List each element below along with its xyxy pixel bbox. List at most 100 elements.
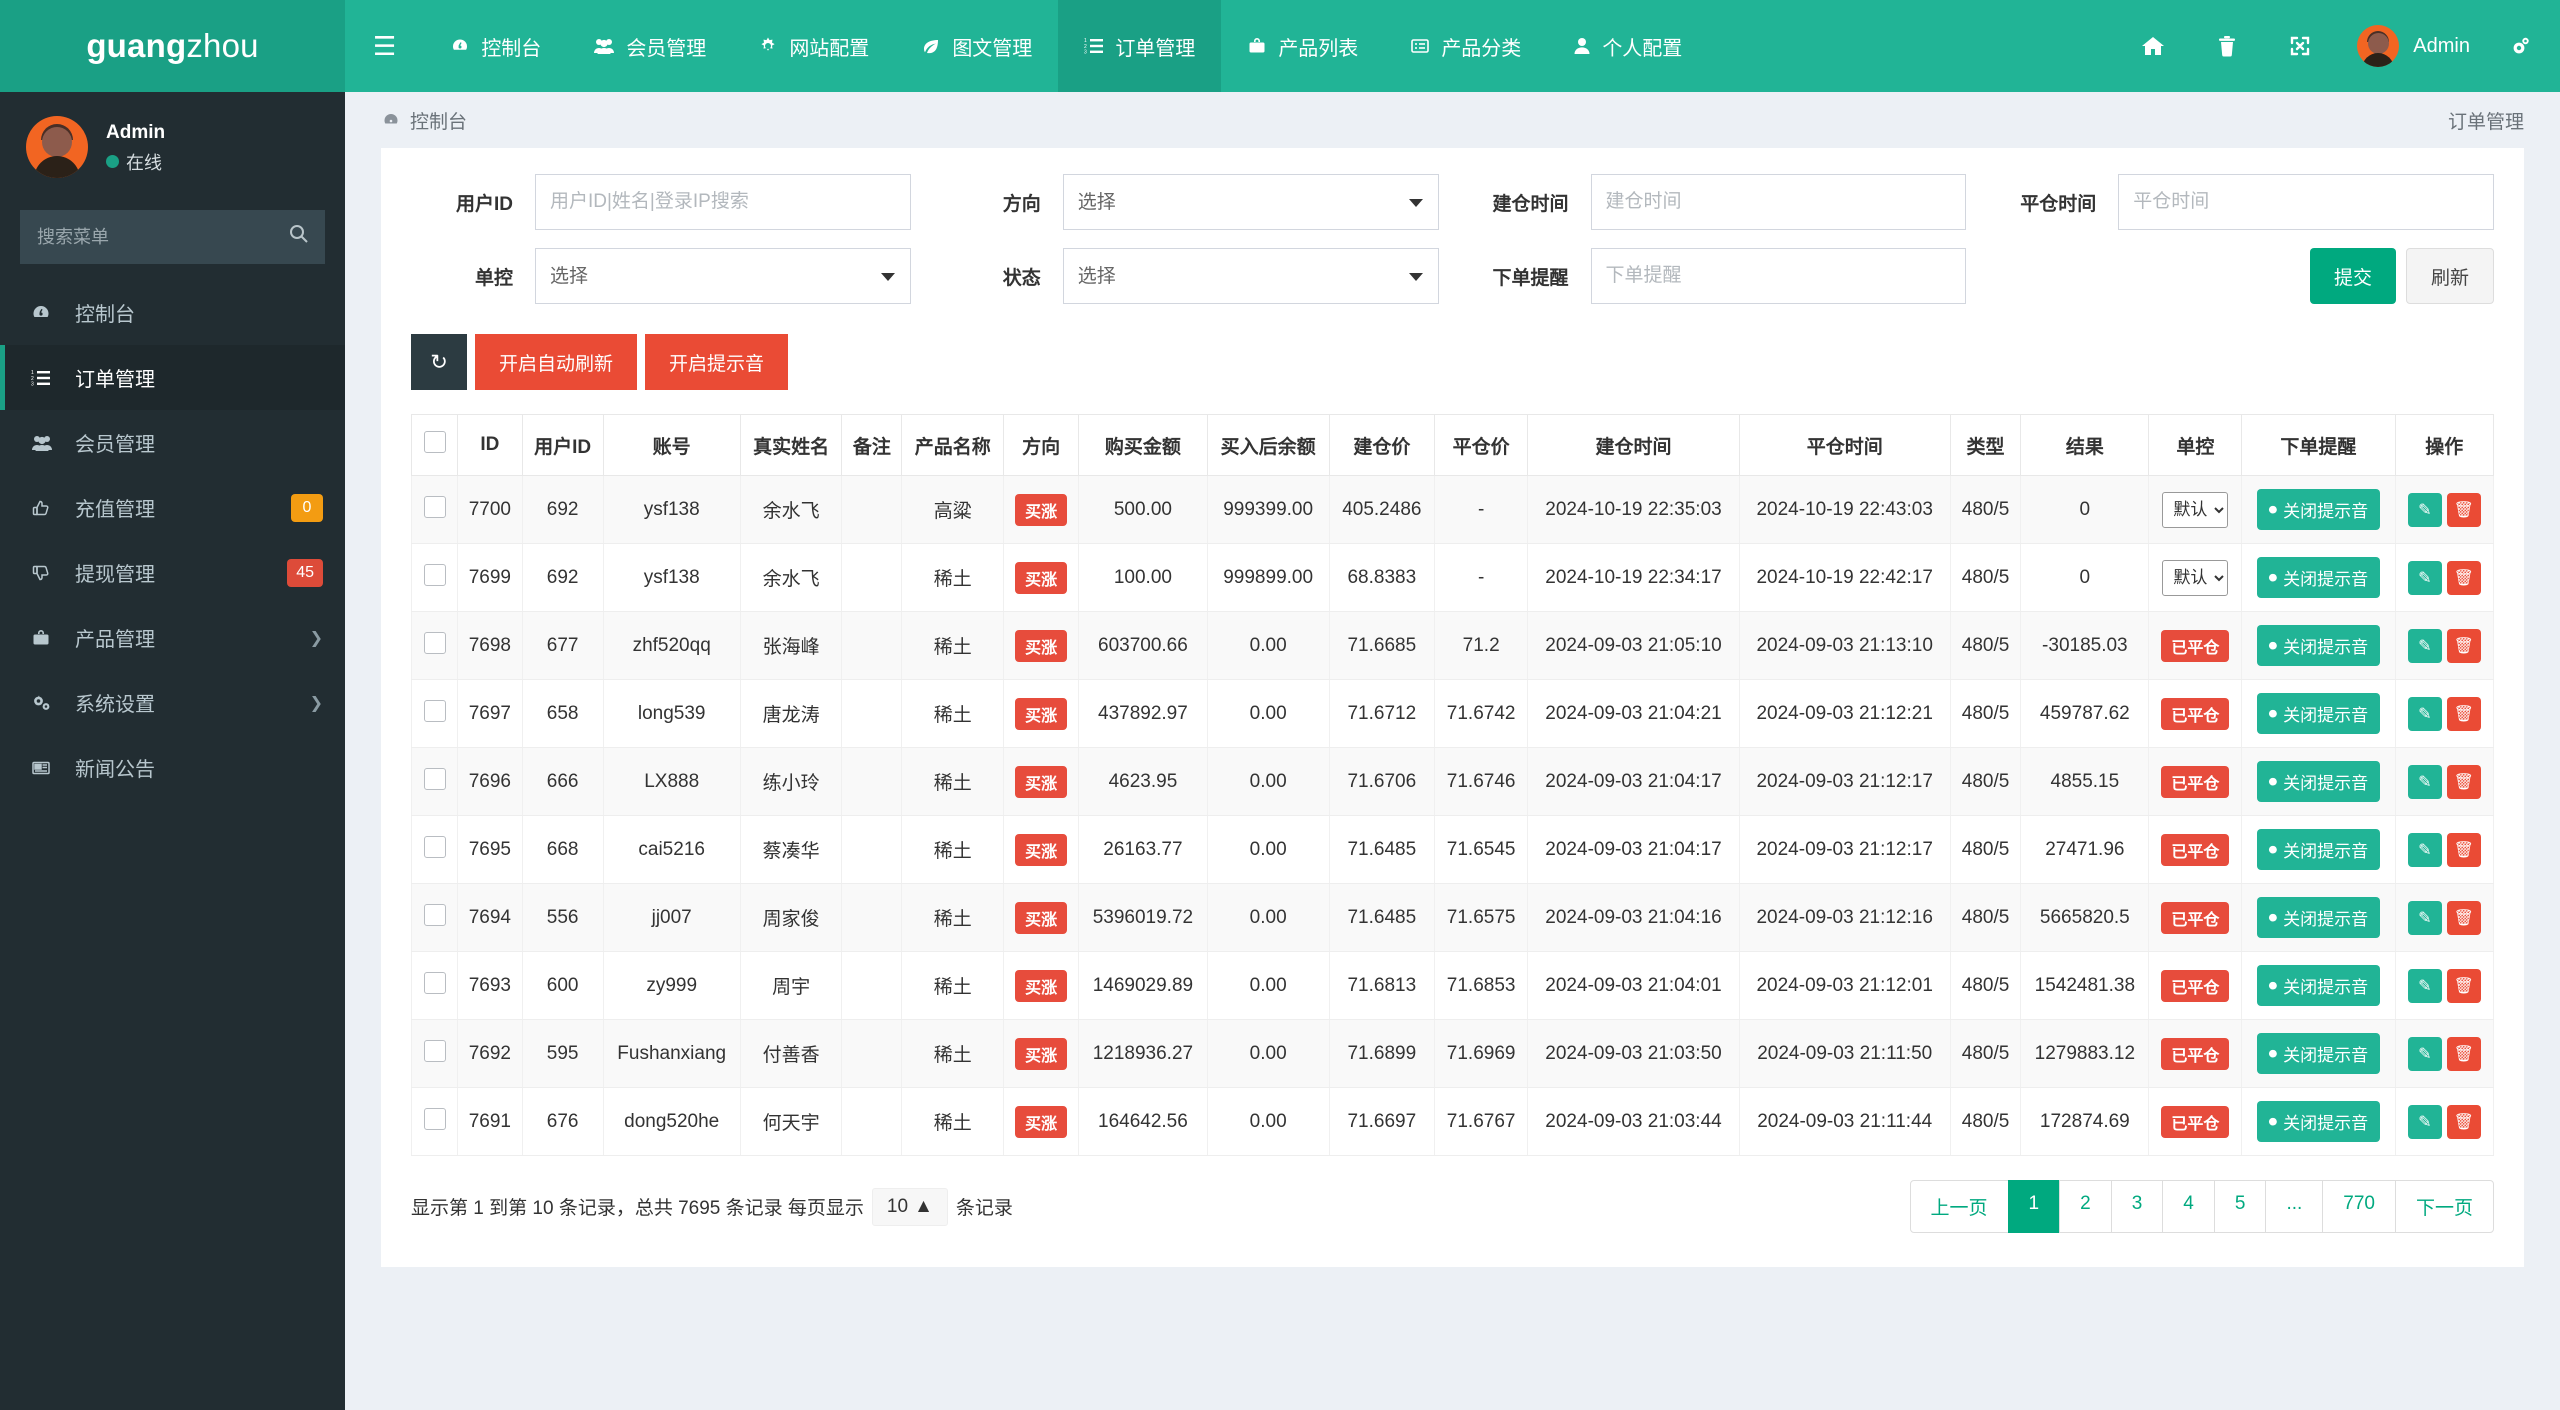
edit-button[interactable]: ✎: [2407, 832, 2442, 867]
edit-button[interactable]: ✎: [2407, 1104, 2442, 1139]
col-control[interactable]: 单控: [2148, 414, 2243, 476]
toggle-sound-button[interactable]: ⏺ 关闭提示音: [2256, 1033, 2381, 1074]
delete-button[interactable]: 🗑: [2446, 764, 2481, 799]
col-direction[interactable]: 方向: [1002, 414, 1080, 476]
col-account[interactable]: 账号: [602, 414, 741, 476]
edit-button[interactable]: ✎: [2407, 492, 2442, 527]
sidebar-item-members[interactable]: 会员管理: [0, 410, 345, 475]
edit-button[interactable]: ✎: [2407, 1036, 2442, 1071]
submit-button[interactable]: 提交: [2309, 248, 2396, 304]
col-note[interactable]: 备注: [841, 414, 903, 476]
table-row[interactable]: 7694 556 jj007 周家俊 稀土 买涨 5396019.72 0.00 71.6485…: [411, 883, 2495, 952]
gears-icon[interactable]: [2484, 0, 2560, 92]
single-control-select[interactable]: 选择: [535, 248, 911, 304]
sidebar-search[interactable]: [20, 210, 325, 264]
control-select[interactable]: 默认: [2162, 559, 2229, 596]
col-close-time[interactable]: 平仓时间: [1738, 414, 1951, 476]
pager-link[interactable]: 4: [2162, 1180, 2215, 1233]
nav-item-orders[interactable]: 123 订单管理: [1058, 0, 1222, 92]
col-close-price[interactable]: 平仓价: [1433, 414, 1529, 476]
col-result[interactable]: 结果: [2020, 414, 2150, 476]
col-open-time[interactable]: 建仓时间: [1527, 414, 1740, 476]
nav-item-personal-config[interactable]: 个人配置: [1547, 0, 1708, 92]
col-type[interactable]: 类型: [1949, 414, 2022, 476]
toggle-sound-button[interactable]: ⏺ 关闭提示音: [2256, 557, 2381, 598]
toggle-sound-button[interactable]: ⏺ 关闭提示音: [2256, 829, 2381, 870]
row-checkbox[interactable]: [423, 699, 446, 722]
breadcrumb[interactable]: 控制台: [410, 107, 467, 134]
pager-link[interactable]: 3: [2110, 1180, 2164, 1233]
pager-link[interactable]: 上一页: [1909, 1180, 2009, 1233]
table-row[interactable]: 7692 595 Fushanxiang 付善香 稀土 买涨 1218936.27 0.00 7…: [411, 1019, 2495, 1088]
pager-link[interactable]: 下一页: [2394, 1180, 2494, 1233]
nav-item-product-category[interactable]: 产品分类: [1384, 0, 1547, 92]
col-open-price[interactable]: 建仓价: [1328, 414, 1435, 476]
sidebar-item-news[interactable]: 新闻公告: [0, 735, 345, 800]
sidebar-item-withdraw[interactable]: 提现管理 45: [0, 540, 345, 605]
fullscreen-icon[interactable]: [2263, 0, 2337, 92]
row-checkbox[interactable]: [423, 835, 446, 858]
status-select[interactable]: 选择: [1062, 248, 1439, 304]
col-actions[interactable]: 操作: [2394, 414, 2495, 476]
delete-button[interactable]: 🗑: [2446, 968, 2481, 1003]
page-size-selector[interactable]: 10 ▲: [871, 1187, 948, 1226]
nav-item-product-list[interactable]: 产品列表: [1221, 0, 1384, 92]
col-id[interactable]: ID: [457, 414, 523, 476]
delete-button[interactable]: 🗑: [2446, 832, 2481, 867]
refresh-filter-button[interactable]: 刷新: [2405, 248, 2494, 304]
delete-button[interactable]: 🗑: [2446, 492, 2481, 527]
select-all-checkbox[interactable]: [423, 431, 446, 453]
search-icon[interactable]: [289, 224, 309, 244]
trash-icon[interactable]: [2191, 0, 2263, 92]
toggle-sound-button[interactable]: ⏺ 关闭提示音: [2256, 1101, 2381, 1142]
row-checkbox[interactable]: [423, 903, 446, 926]
pager-link[interactable]: 1: [2007, 1180, 2061, 1233]
refresh-icon[interactable]: ↻: [411, 334, 467, 390]
table-row[interactable]: 7693 600 zy999 周宇 稀土 买涨 1469029.89 0.00 71.6813 7…: [411, 951, 2495, 1020]
table-row[interactable]: 7691 676 dong520he 何天宇 稀土 买涨 164642.56 0.00 71.6…: [411, 1087, 2495, 1156]
delete-button[interactable]: 🗑: [2446, 560, 2481, 595]
edit-button[interactable]: ✎: [2407, 968, 2442, 1003]
direction-select[interactable]: 选择: [1062, 174, 1439, 230]
edit-button[interactable]: ✎: [2407, 900, 2442, 935]
sidebar-item-orders[interactable]: 123 订单管理: [0, 345, 345, 410]
pager-link[interactable]: 770: [2322, 1180, 2396, 1233]
pager-link[interactable]: 5: [2213, 1180, 2267, 1233]
home-icon[interactable]: [2115, 0, 2191, 92]
auto-refresh-button[interactable]: 开启自动刷新: [475, 334, 638, 390]
navbar-user[interactable]: Admin: [2337, 0, 2484, 92]
order-remind-input[interactable]: [1590, 248, 1967, 304]
open-time-input[interactable]: [1590, 174, 1967, 230]
brand-logo[interactable]: guang zhou: [0, 0, 345, 92]
row-checkbox[interactable]: [423, 495, 446, 518]
toggle-sound-button[interactable]: ⏺ 关闭提示音: [2256, 489, 2381, 530]
table-row[interactable]: 7697 658 long539 唐龙涛 稀土 买涨 437892.97 0.00 71.671…: [411, 679, 2495, 748]
table-row[interactable]: 7700 692 ysf138 余水飞 高粱 买涨 500.00 999399.00 405.2…: [411, 475, 2495, 544]
pager-link[interactable]: ...: [2265, 1180, 2324, 1233]
delete-button[interactable]: 🗑: [2446, 628, 2481, 663]
edit-button[interactable]: ✎: [2407, 764, 2442, 799]
col-amount[interactable]: 购买金额: [1078, 414, 1208, 476]
sidebar-toggle-button[interactable]: ☰: [345, 0, 424, 92]
toggle-sound-button[interactable]: ⏺ 关闭提示音: [2256, 965, 2381, 1006]
toggle-sound-button[interactable]: ⏺ 关闭提示音: [2256, 693, 2381, 734]
row-checkbox[interactable]: [423, 1107, 446, 1130]
table-row[interactable]: 7699 692 ysf138 余水飞 稀土 买涨 100.00 999899.00 68.83…: [411, 543, 2495, 612]
sidebar-item-products[interactable]: 产品管理 ❯: [0, 605, 345, 670]
row-checkbox[interactable]: [423, 767, 446, 790]
edit-button[interactable]: ✎: [2407, 560, 2442, 595]
col-user-id[interactable]: 用户ID: [521, 414, 604, 476]
delete-button[interactable]: 🗑: [2446, 1036, 2481, 1071]
col-real-name[interactable]: 真实姓名: [739, 414, 843, 476]
delete-button[interactable]: 🗑: [2446, 696, 2481, 731]
col-remind[interactable]: 下单提醒: [2241, 414, 2396, 476]
sidebar-item-recharge[interactable]: 充值管理 0: [0, 475, 345, 540]
search-input[interactable]: [20, 210, 325, 264]
nav-item-members[interactable]: 会员管理: [567, 0, 732, 92]
nav-item-dashboard[interactable]: 控制台: [424, 0, 567, 92]
delete-button[interactable]: 🗑: [2446, 1104, 2481, 1139]
sidebar-item-dashboard[interactable]: 控制台: [0, 280, 345, 345]
edit-button[interactable]: ✎: [2407, 696, 2442, 731]
toggle-sound-button[interactable]: ⏺ 关闭提示音: [2256, 897, 2381, 938]
toggle-sound-button[interactable]: ⏺ 关闭提示音: [2256, 625, 2381, 666]
